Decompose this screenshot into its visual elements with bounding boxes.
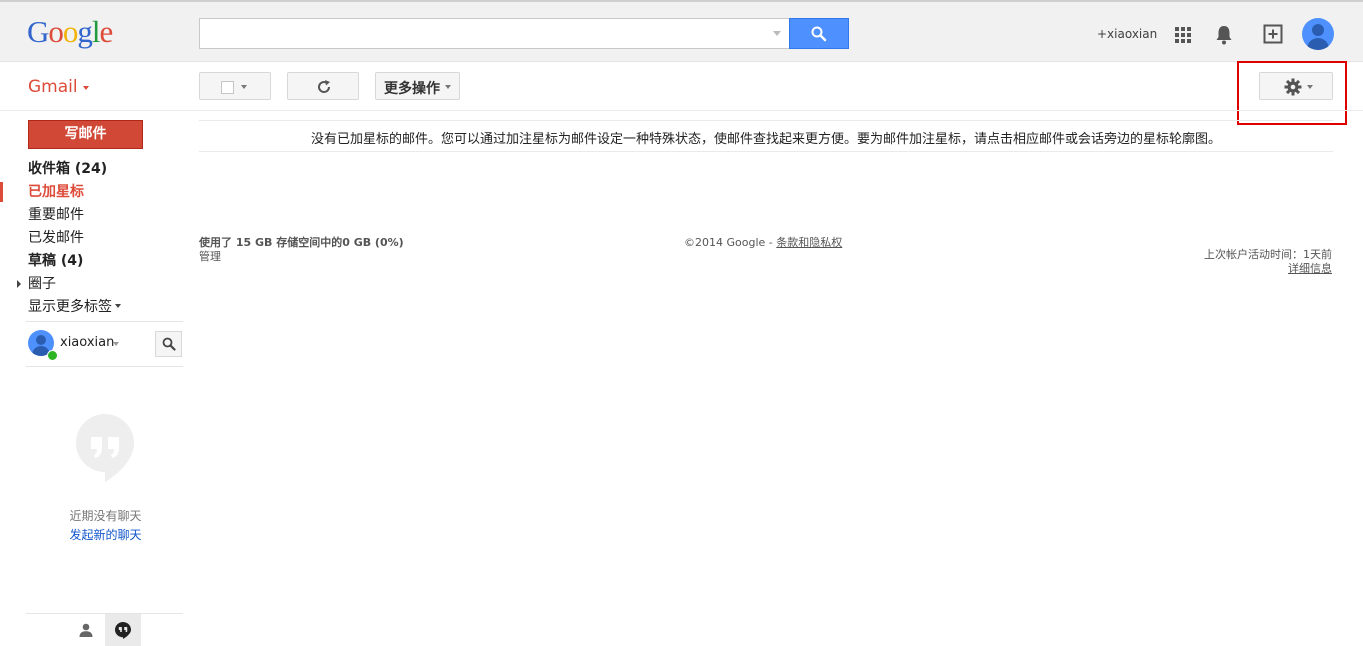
- hangouts-tab[interactable]: [105, 614, 141, 646]
- toolbar-divider: [0, 110, 1363, 111]
- google-logo[interactable]: Google: [27, 14, 114, 49]
- sidebar-item[interactable]: 收件箱 (24): [28, 158, 188, 181]
- online-status-icon: [47, 350, 58, 361]
- search-dropdown-icon[interactable]: [773, 31, 781, 36]
- sidebar-nav: 收件箱 (24) 已加星标重要邮件已发邮件草稿 (4) 圈子显示更多标签: [28, 158, 188, 319]
- logo-letter: g: [77, 14, 92, 49]
- divider: [26, 366, 183, 367]
- search-icon: [162, 337, 176, 351]
- divider: [199, 120, 1333, 121]
- person-icon[interactable]: [79, 623, 93, 637]
- sidebar-item-label: 收件箱 (24): [28, 161, 108, 177]
- sidebar-item-label: 已发邮件: [28, 230, 84, 246]
- search-input[interactable]: [199, 18, 791, 49]
- terms-privacy-link[interactable]: 条款和隐私权: [776, 236, 842, 249]
- hangouts-icon: [115, 622, 131, 639]
- more-actions-button[interactable]: 更多操作: [375, 72, 460, 100]
- highlight-annotation-box: [1237, 61, 1347, 125]
- checkbox-icon[interactable]: [221, 81, 234, 94]
- compose-button[interactable]: 写邮件: [28, 120, 143, 149]
- activity-details-link[interactable]: 详细信息: [1240, 260, 1332, 276]
- divider: [26, 321, 183, 322]
- chat-empty-text: 近期没有聊天: [69, 509, 142, 523]
- sidebar-item-label: 圈子: [28, 276, 56, 292]
- logo-letter: G: [27, 14, 49, 49]
- chevron-down-icon[interactable]: [113, 342, 119, 346]
- gmail-app-switcher[interactable]: Gmail: [28, 77, 78, 97]
- chat-user-name[interactable]: xiaoxian: [60, 335, 114, 350]
- divider: [199, 151, 1333, 152]
- active-nav-indicator: [0, 182, 3, 202]
- manage-storage-link[interactable]: 管理: [199, 248, 221, 264]
- refresh-icon: [318, 80, 331, 93]
- empty-starred-message: 没有已加星标的邮件。您可以通过加注星标为邮件设定一种特殊状态，使邮件查找起来更方…: [310, 132, 1221, 147]
- more-actions-label: 更多操作: [384, 81, 440, 97]
- hangouts-icon: [76, 414, 134, 482]
- sidebar-item[interactable]: 草稿 (4): [28, 250, 188, 273]
- copyright-text: ©2014 Google -: [684, 236, 777, 249]
- sidebar-item[interactable]: 圈子: [28, 273, 188, 296]
- logo-letter: o: [48, 14, 63, 49]
- sidebar-item[interactable]: 已发邮件: [28, 227, 188, 250]
- chevron-down-icon: [445, 85, 451, 89]
- refresh-button[interactable]: [287, 72, 359, 100]
- share-plus-icon[interactable]: [1263, 24, 1283, 44]
- expand-arrow-icon[interactable]: [17, 280, 21, 288]
- account-avatar[interactable]: [1302, 18, 1334, 50]
- chevron-down-icon[interactable]: [241, 85, 247, 89]
- sidebar-item[interactable]: 已加星标: [28, 181, 188, 204]
- logo-letter: e: [99, 14, 114, 49]
- search-icon: [811, 26, 827, 42]
- user-profile-link[interactable]: +xiaoxian: [1097, 27, 1157, 41]
- sidebar-item-label: 草稿 (4): [28, 253, 84, 269]
- notifications-bell-icon[interactable]: [1215, 25, 1233, 45]
- chevron-down-icon[interactable]: [83, 86, 89, 90]
- apps-grid-icon[interactable]: [1175, 27, 1192, 44]
- sidebar-item-label: 重要邮件: [28, 207, 84, 223]
- chevron-down-icon: [115, 304, 121, 308]
- sidebar-item-label: 已加星标: [28, 184, 84, 200]
- search-bar: [199, 18, 849, 49]
- sidebar-item-label: 显示更多标签: [28, 299, 112, 315]
- top-bar: Google +xiaoxian: [0, 0, 1363, 62]
- sidebar-item[interactable]: 重要邮件: [28, 204, 188, 227]
- sidebar-item[interactable]: 显示更多标签: [28, 296, 188, 319]
- footer-copyright: ©2014 Google - 条款和隐私权: [684, 234, 842, 250]
- chat-search-button[interactable]: [155, 331, 182, 357]
- search-button[interactable]: [789, 18, 849, 49]
- select-all-button[interactable]: [199, 72, 271, 100]
- logo-letter: o: [62, 14, 78, 49]
- logo-letter: l: [91, 14, 101, 49]
- start-new-chat-link[interactable]: 发起新的聊天: [28, 526, 183, 543]
- storage-usage: 使用了 15 GB 存储空间中的0 GB (0%): [199, 236, 404, 249]
